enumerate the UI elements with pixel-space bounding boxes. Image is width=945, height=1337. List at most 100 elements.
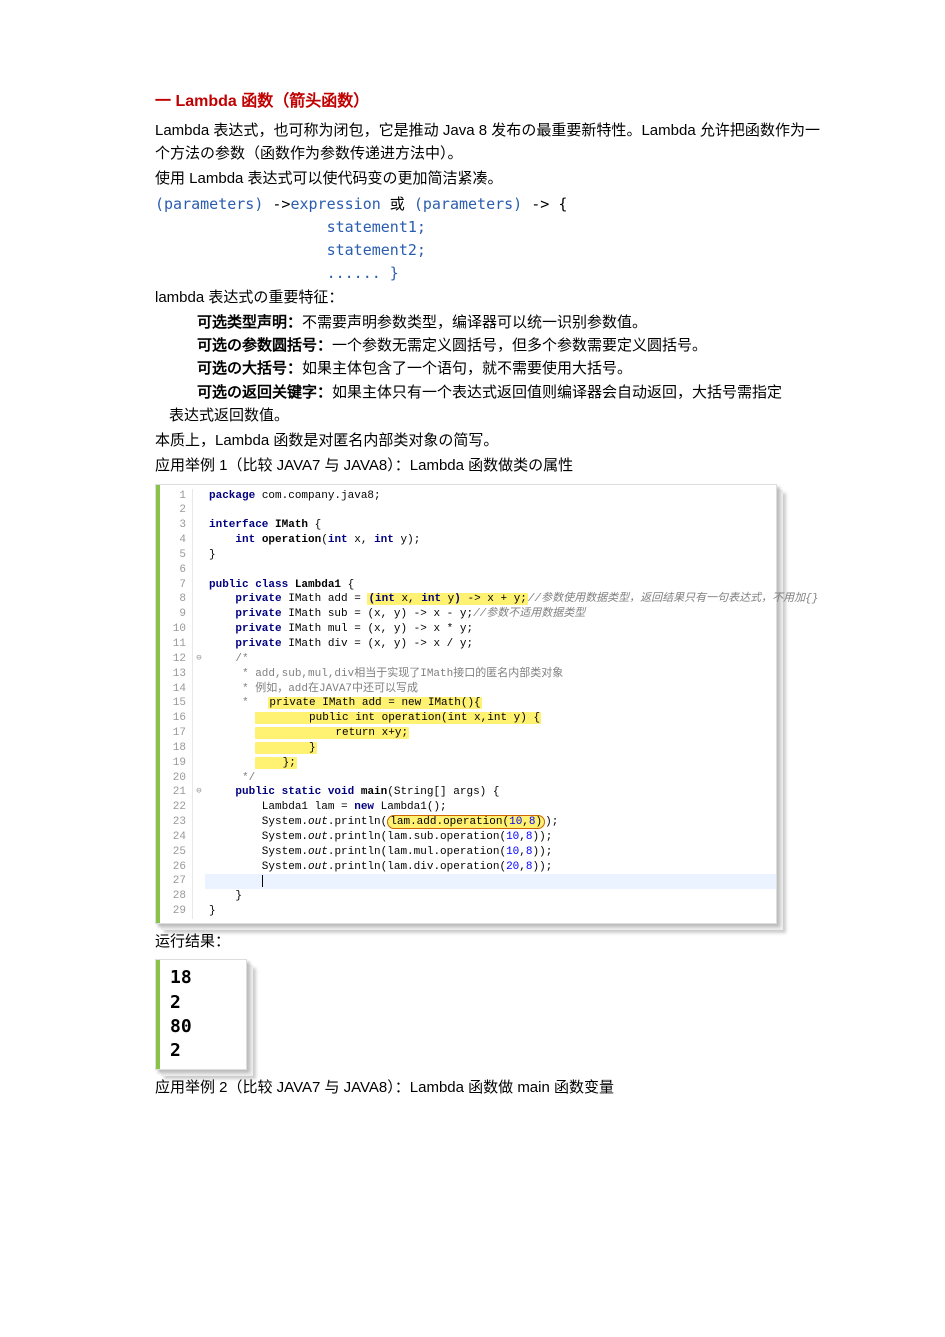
code-line: 19 };	[160, 756, 776, 771]
fold-gutter	[193, 667, 205, 682]
fold-gutter	[193, 711, 205, 726]
example2-title: 应用举例 2（比较 JAVA7 与 JAVA8）：Lambda 函数做 main…	[155, 1076, 820, 1099]
feature-item: 可选类型声明：不需要声明参数类型，编译器可以统一识别参数值。	[197, 311, 820, 334]
code-line: 20 */	[160, 771, 776, 786]
code-line: 24 System.out.println(lam.sub.operation(…	[160, 830, 776, 845]
feature-item: 可选の参数圆括号：一个参数无需定义圆括号，但多个参数需要定义圆括号。	[197, 334, 820, 357]
feature-item: 可选の返回关键字：如果主体只有一个表达式返回值则编译器会自动返回，大括号需指定	[197, 381, 820, 404]
result-title: 运行结果：	[155, 930, 820, 953]
code-line: 11 private IMath div = (x, y) -> x / y;	[160, 637, 776, 652]
line-number: 4	[160, 533, 193, 548]
code-content	[205, 563, 776, 578]
code-line: 1 package com.company.java8;	[160, 489, 776, 504]
features-title: lambda 表达式の重要特征：	[155, 286, 820, 309]
fold-gutter	[193, 756, 205, 771]
line-number: 25	[160, 845, 193, 860]
line-number: 16	[160, 711, 193, 726]
result-screenshot: 182802	[155, 959, 247, 1070]
code-line: 26 System.out.println(lam.div.operation(…	[160, 860, 776, 875]
line-number: 9	[160, 607, 193, 622]
code-line: 12⊖ /*	[160, 652, 776, 667]
code-content: * add,sub,mul,div相当于实现了IMath接口的匿名内部类对象	[205, 667, 776, 682]
code-line: 3 interface IMath {	[160, 518, 776, 533]
result-line: 80	[170, 1015, 236, 1039]
line-number: 12	[160, 652, 193, 667]
feature-continuation: 表达式返回数值。	[155, 404, 820, 427]
line-number: 17	[160, 726, 193, 741]
code-line: 18 }	[160, 741, 776, 756]
code-content: System.out.println(lam.sub.operation(10,…	[205, 830, 776, 845]
line-number: 14	[160, 682, 193, 697]
code-content: System.out.println(lam.mul.operation(10,…	[205, 845, 776, 860]
line-number: 21	[160, 785, 193, 800]
fold-gutter	[193, 489, 205, 504]
result-line: 2	[170, 1039, 236, 1063]
fold-gutter	[193, 622, 205, 637]
code-content: private IMath mul = (x, y) -> x * y;	[205, 622, 776, 637]
code-line: 25 System.out.println(lam.mul.operation(…	[160, 845, 776, 860]
syntax-line: statement1;	[155, 218, 426, 236]
code-line: 23 System.out.println(lam.add.operation(…	[160, 815, 776, 830]
code-line: 4 int operation(int x, int y);	[160, 533, 776, 548]
line-number: 22	[160, 800, 193, 815]
code-content: }	[205, 889, 776, 904]
code-line: 9 private IMath sub = (x, y) -> x - y;//…	[160, 607, 776, 622]
fold-gutter	[193, 592, 205, 607]
code-line: 29}	[160, 904, 776, 919]
code-content: */	[205, 771, 776, 786]
fold-gutter	[193, 815, 205, 830]
line-number: 24	[160, 830, 193, 845]
feature-lead: 可选类型声明：	[197, 314, 302, 331]
code-content: private IMath sub = (x, y) -> x - y;//参数…	[205, 607, 776, 622]
feature-lead: 可选の大括号：	[197, 360, 302, 377]
line-number: 5	[160, 548, 193, 563]
section-heading: 一 Lambda 函数（箭头函数）	[155, 90, 820, 115]
code-content	[205, 874, 776, 889]
code-line: 27	[160, 874, 776, 889]
code-line: 28 }	[160, 889, 776, 904]
code-line: 10 private IMath mul = (x, y) -> x * y;	[160, 622, 776, 637]
fold-gutter	[193, 548, 205, 563]
line-number: 28	[160, 889, 193, 904]
fold-gutter	[193, 874, 205, 889]
feature-lead: 可选の参数圆括号：	[197, 337, 332, 354]
line-number: 8	[160, 592, 193, 607]
intro-paragraph-1: Lambda 表达式，也可称为闭包，它是推动 Java 8 发布の最重要新特性。…	[155, 119, 820, 166]
line-number: 15	[160, 696, 193, 711]
syntax-line: ...... }	[155, 264, 399, 282]
code-content: interface IMath {	[205, 518, 776, 533]
code-line: 14 * 例如，add在JAVA7中还可以写成	[160, 682, 776, 697]
code-content	[205, 503, 776, 518]
code-content: public static void main(String[] args) {	[205, 785, 776, 800]
code-content: private IMath div = (x, y) -> x / y;	[205, 637, 776, 652]
code-content: package com.company.java8;	[205, 489, 776, 504]
line-number: 10	[160, 622, 193, 637]
line-number: 1	[160, 489, 193, 504]
code-line: 21⊖ public static void main(String[] arg…	[160, 785, 776, 800]
feature-item: 可选の大括号：如果主体包含了一个语句，就不需要使用大括号。	[197, 357, 820, 380]
code-line: 22 Lambda1 lam = new Lambda1();	[160, 800, 776, 815]
line-number: 23	[160, 815, 193, 830]
line-number: 6	[160, 563, 193, 578]
feature-body: 如果主体包含了一个语句，就不需要使用大括号。	[302, 360, 632, 377]
fold-gutter: ⊖	[193, 652, 205, 667]
feature-body: 一个参数无需定义圆括号，但多个参数需要定义圆括号。	[332, 337, 707, 354]
code-content: }	[205, 548, 776, 563]
feature-body: 不需要声明参数类型，编译器可以统一识别参数值。	[302, 314, 647, 331]
line-number: 7	[160, 578, 193, 593]
line-number: 29	[160, 904, 193, 919]
code-content: int operation(int x, int y);	[205, 533, 776, 548]
fold-gutter	[193, 578, 205, 593]
code-line: 5}	[160, 548, 776, 563]
code-content: * private IMath add = new IMath(){	[205, 696, 776, 711]
code-content: }	[205, 904, 776, 919]
code-line: 17 return x+y;	[160, 726, 776, 741]
code-content: * 例如，add在JAVA7中还可以写成	[205, 682, 776, 697]
fold-gutter	[193, 860, 205, 875]
line-number: 3	[160, 518, 193, 533]
code-content: System.out.println(lam.add.operation(10,…	[205, 815, 776, 830]
fold-gutter	[193, 533, 205, 548]
syntax-line: statement2;	[155, 241, 426, 259]
fold-gutter	[193, 741, 205, 756]
fold-gutter	[193, 845, 205, 860]
